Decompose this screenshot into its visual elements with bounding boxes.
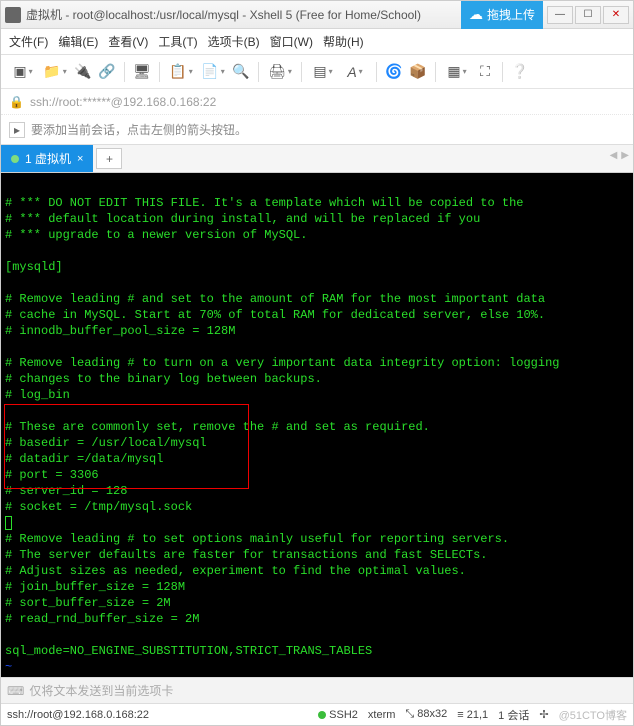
status-term: xterm	[368, 709, 396, 721]
tab-active[interactable]: 1 虚拟机 ×	[1, 145, 93, 172]
term-line: # *** default location during install, a…	[5, 212, 480, 226]
separator	[301, 62, 302, 82]
new-session-button[interactable]: ▣▾	[9, 62, 37, 82]
tab-label: 1 虚拟机	[25, 150, 71, 167]
status-pos: ≡ 21,1	[457, 709, 488, 721]
script-button[interactable]: 🌀	[384, 62, 404, 82]
upload-badge[interactable]: ☁ 拖拽上传	[461, 1, 543, 29]
title-bar: 虚拟机 - root@localhost:/usr/local/mysql - …	[1, 1, 633, 29]
tab-bar: 1 虚拟机 × + ◀ ▶	[1, 145, 633, 173]
menu-tools[interactable]: 工具(T)	[158, 33, 197, 50]
window-buttons: — ☐ ✕	[547, 6, 629, 24]
status-sessions: 1 会话	[498, 707, 529, 723]
status-bar: ssh://root@192.168.0.168:22 SSH2 xterm ⤡…	[1, 703, 633, 725]
term-line: # The server defaults are faster for tra…	[5, 548, 487, 562]
term-tilde: ~	[5, 676, 12, 677]
menu-file[interactable]: 文件(F)	[9, 33, 48, 50]
menu-window[interactable]: 窗口(W)	[270, 33, 313, 50]
disconnect-button[interactable]: 🔗	[97, 62, 117, 82]
open-button[interactable]: 📁▾	[41, 62, 69, 82]
send-placeholder: 仅将文本发送到当前选项卡	[29, 682, 173, 699]
term-line: # *** upgrade to a newer version of MySQ…	[5, 228, 307, 242]
separator	[258, 62, 259, 82]
status-size: ⤡ 88x32	[405, 708, 447, 721]
maximize-button[interactable]: ☐	[575, 6, 601, 24]
toolbar: ▣▾ 📁▾ 🔌 🔗 🖥 📋▾ 📄▾ 🔍 🖨▾ ▤▾ A▾ 🌀 📦 ▦▾ ⛶ ❔	[1, 55, 633, 89]
status-arrows: ✢	[539, 708, 548, 721]
menu-tabs[interactable]: 选项卡(B)	[208, 33, 260, 50]
hint-bar: ▸ 要添加当前会话，点击左侧的箭头按钮。	[1, 115, 633, 145]
tab-next[interactable]: ▶	[621, 150, 629, 161]
term-line: # socket = /tmp/mysql.sock	[5, 500, 192, 514]
term-line: # Remove leading # to turn on a very imp…	[5, 356, 560, 370]
term-line: # changes to the binary log between back…	[5, 372, 322, 386]
upload-label: 拖拽上传	[487, 6, 535, 23]
status-dot-icon	[11, 155, 19, 163]
tab-close-icon[interactable]: ×	[77, 153, 83, 165]
menu-bar: 文件(F) 编辑(E) 查看(V) 工具(T) 选项卡(B) 窗口(W) 帮助(…	[1, 29, 633, 55]
layout-button[interactable]: ▦▾	[443, 62, 471, 82]
color-button[interactable]: ▤▾	[309, 62, 337, 82]
status-connection: ssh://root@192.168.0.168:22	[7, 709, 149, 721]
term-line: # join_buffer_size = 128M	[5, 580, 185, 594]
app-icon	[5, 7, 21, 23]
separator	[502, 62, 503, 82]
terminal[interactable]: # *** DO NOT EDIT THIS FILE. It's a temp…	[1, 173, 633, 677]
term-line: # Remove leading # and set to the amount…	[5, 292, 545, 306]
window-title: 虚拟机 - root@localhost:/usr/local/mysql - …	[26, 6, 457, 23]
send-bar[interactable]: ⌨ 仅将文本发送到当前选项卡	[1, 677, 633, 703]
term-line: # Remove leading # to set options mainly…	[5, 532, 509, 546]
term-line: # Adjust sizes as needed, experiment to …	[5, 564, 466, 578]
term-line: # cache in MySQL. Start at 70% of total …	[5, 308, 545, 322]
find-button[interactable]: 🔍	[231, 62, 251, 82]
term-line: [mysqld]	[5, 260, 63, 274]
separator	[435, 62, 436, 82]
separator	[376, 62, 377, 82]
font-button[interactable]: A▾	[341, 62, 369, 82]
menu-help[interactable]: 帮助(H)	[323, 33, 364, 50]
copy-button[interactable]: 📋▾	[167, 62, 195, 82]
term-line: # innodb_buffer_pool_size = 128M	[5, 324, 235, 338]
cursor	[5, 516, 12, 530]
separator	[159, 62, 160, 82]
properties-button[interactable]: 🖥	[132, 62, 152, 82]
watermark: @51CTO博客	[559, 707, 627, 723]
send-icon: ⌨	[7, 684, 24, 698]
paste-button[interactable]: 📄▾	[199, 62, 227, 82]
print-button[interactable]: 🖨▾	[266, 62, 294, 82]
status-dot-icon	[318, 711, 326, 719]
term-line: # *** DO NOT EDIT THIS FILE. It's a temp…	[5, 196, 523, 210]
term-tilde: ~	[5, 660, 12, 674]
term-line: sql_mode=NO_ENGINE_SUBSTITUTION,STRICT_T…	[5, 644, 372, 658]
status-protocol: SSH2	[318, 709, 358, 721]
add-session-arrow[interactable]: ▸	[9, 122, 25, 138]
cloud-icon: ☁	[469, 6, 483, 23]
menu-view[interactable]: 查看(V)	[108, 33, 148, 50]
tab-nav: ◀ ▶	[610, 150, 629, 161]
close-button[interactable]: ✕	[603, 6, 629, 24]
menu-edit[interactable]: 编辑(E)	[58, 33, 98, 50]
lock-icon: 🔒	[9, 95, 24, 109]
address-bar[interactable]: 🔒 ssh://root:******@192.168.0.168:22	[1, 89, 633, 115]
term-line: # log_bin	[5, 388, 70, 402]
help-button[interactable]: ❔	[510, 62, 530, 82]
separator	[124, 62, 125, 82]
address-text: ssh://root:******@192.168.0.168:22	[30, 95, 216, 109]
term-line: # sort_buffer_size = 2M	[5, 596, 171, 610]
highlight-box	[4, 404, 249, 489]
transfer-button[interactable]: 📦	[408, 62, 428, 82]
minimize-button[interactable]: —	[547, 6, 573, 24]
new-tab-button[interactable]: +	[96, 148, 122, 169]
reconnect-button[interactable]: 🔌	[73, 62, 93, 82]
hint-text: 要添加当前会话，点击左侧的箭头按钮。	[31, 121, 247, 138]
tab-prev[interactable]: ◀	[610, 150, 618, 161]
term-line: # read_rnd_buffer_size = 2M	[5, 612, 199, 626]
fullscreen-button[interactable]: ⛶	[475, 62, 495, 82]
